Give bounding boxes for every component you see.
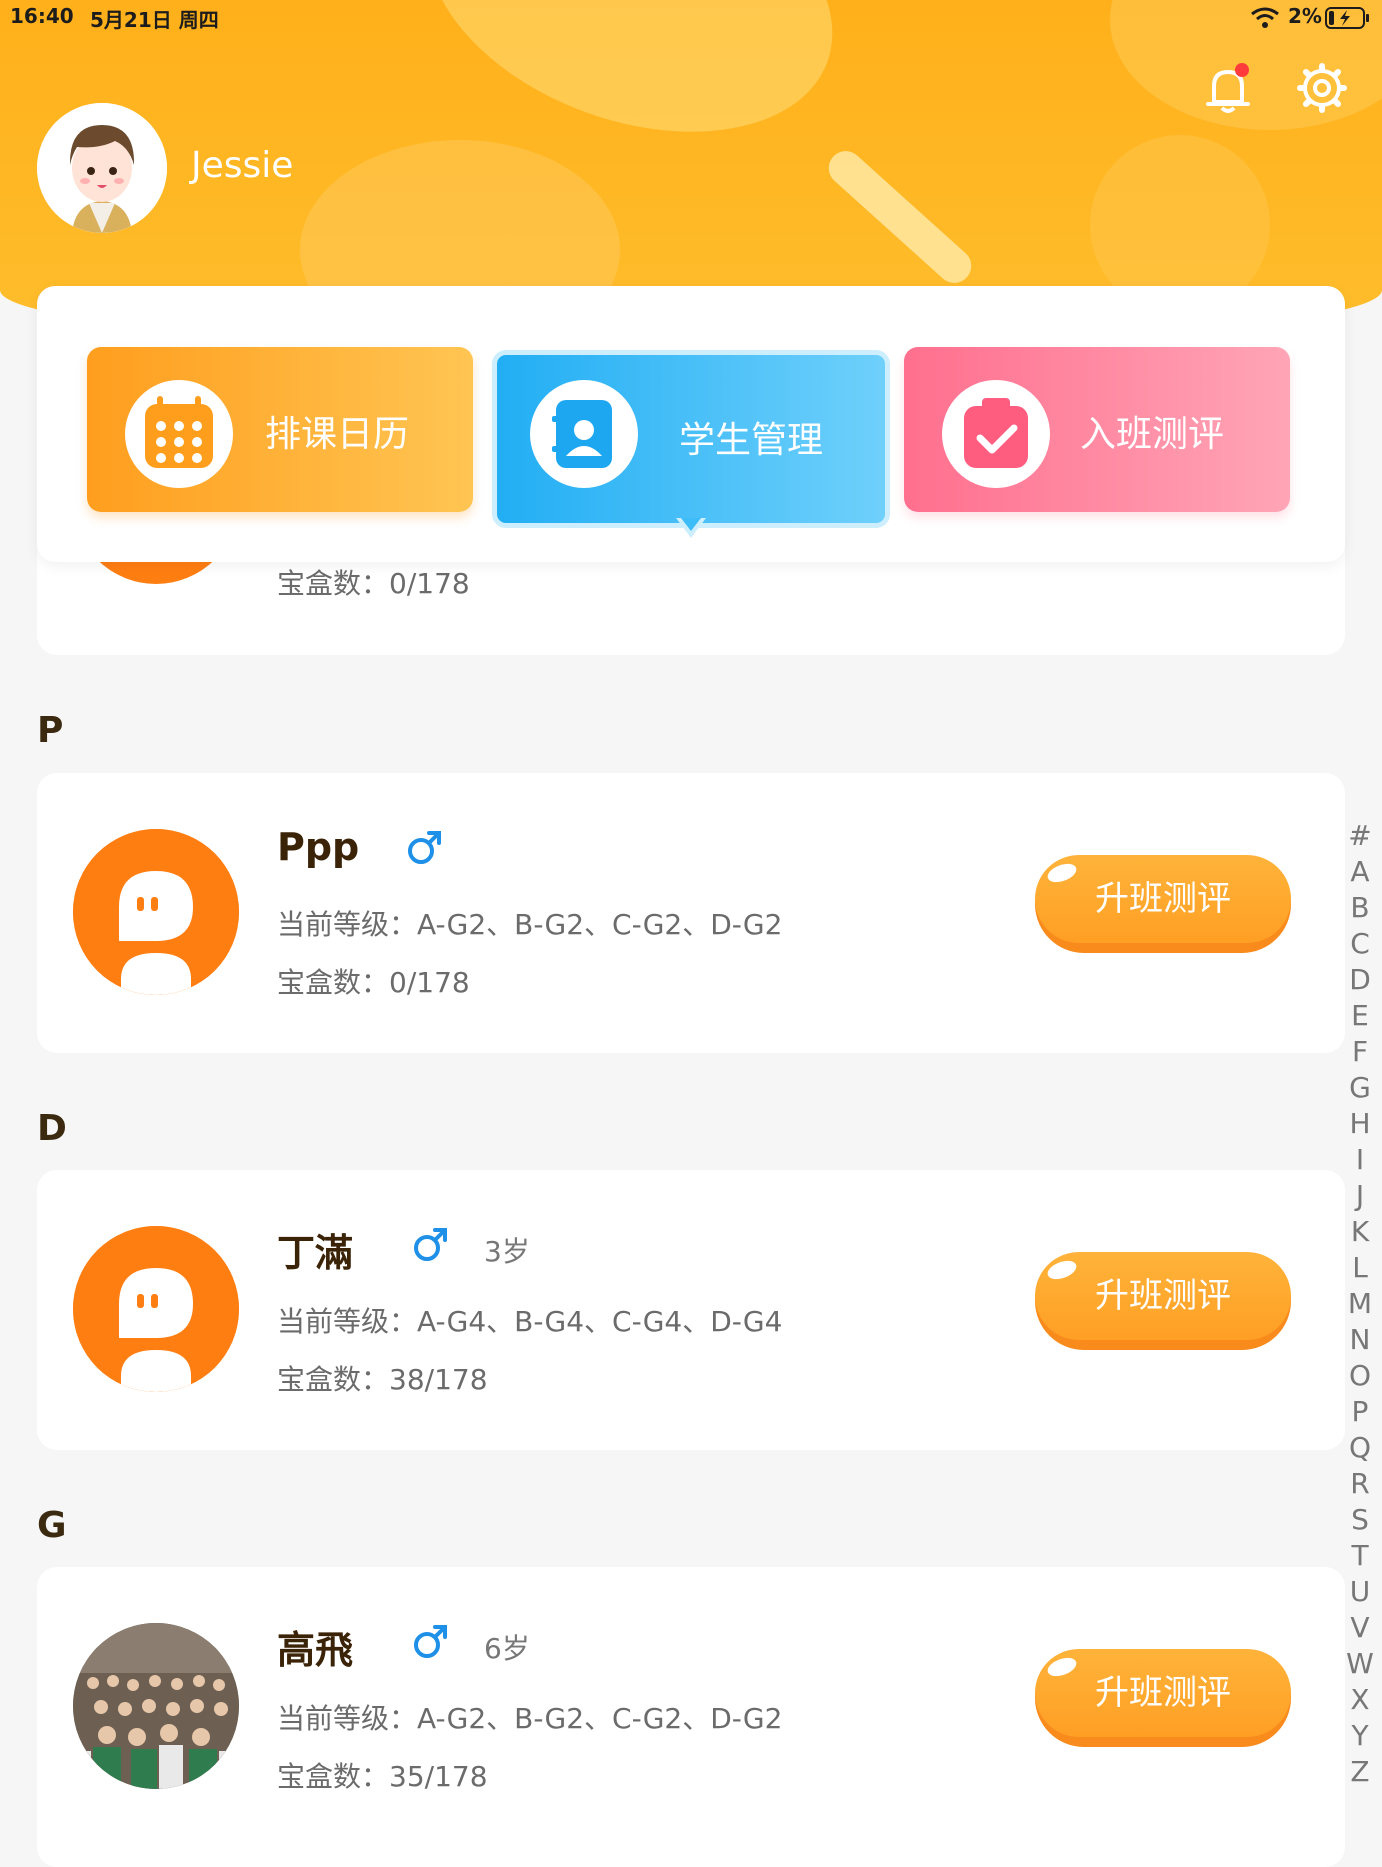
menu-student-label: 学生管理	[679, 420, 824, 461]
index-letter[interactable]: W	[1346, 1646, 1374, 1682]
calendar-icon	[125, 380, 233, 488]
student-card[interactable]: 丁滿 3岁 当前等级：A-G4、B-G4、C-G4、D-G4 宝盒数：38/17…	[37, 1170, 1345, 1450]
index-letter[interactable]: L	[1352, 1250, 1368, 1286]
index-letter[interactable]: C	[1350, 926, 1370, 962]
upgrade-assessment-button[interactable]: 升班测评	[1035, 855, 1291, 953]
index-letter[interactable]: #	[1348, 818, 1371, 854]
student-photo-avatar	[73, 1623, 239, 1789]
student-level: 当前等级：A-G4、B-G4、C-G4、D-G4	[277, 1305, 783, 1338]
status-date: 5月21日 周四	[90, 8, 219, 32]
battery-percent: 2%	[1288, 4, 1322, 28]
index-letter[interactable]: I	[1356, 1142, 1364, 1178]
index-letter[interactable]: B	[1350, 890, 1369, 926]
menu-class-assessment[interactable]: 入班测评	[904, 347, 1290, 512]
index-letter[interactable]: R	[1350, 1466, 1369, 1502]
student-boxes: 宝盒数：38/178	[277, 1363, 488, 1396]
contacts-icon	[530, 380, 638, 488]
wifi-icon	[1250, 6, 1280, 30]
index-letter[interactable]: X	[1350, 1682, 1369, 1718]
index-letter[interactable]: Q	[1349, 1430, 1371, 1466]
student-age: 3岁	[484, 1235, 530, 1268]
index-letter[interactable]: M	[1348, 1286, 1372, 1322]
upgrade-button-label: 升班测评	[1095, 879, 1231, 919]
status-time: 16:40	[10, 4, 74, 28]
partial-boxes-count: 宝盒数：0/178	[277, 567, 470, 600]
clipboard-check-icon	[942, 380, 1050, 488]
index-letter[interactable]: K	[1351, 1214, 1369, 1250]
male-gender-icon	[405, 827, 445, 867]
upgrade-button-label: 升班测评	[1095, 1276, 1231, 1316]
index-letter[interactable]: Y	[1351, 1718, 1368, 1754]
index-letter[interactable]: N	[1350, 1322, 1371, 1358]
student-boxes: 宝盒数：35/178	[277, 1760, 488, 1793]
menu-schedule-calendar[interactable]: 排课日历	[87, 347, 473, 512]
male-gender-icon	[411, 1621, 451, 1661]
index-letter[interactable]: O	[1349, 1358, 1371, 1394]
index-letter[interactable]: V	[1350, 1610, 1369, 1646]
index-letter[interactable]: T	[1351, 1538, 1368, 1574]
user-name: Jessie	[191, 145, 294, 186]
male-gender-icon	[411, 1224, 451, 1264]
settings-gear-icon[interactable]	[1292, 58, 1352, 118]
student-card[interactable]: 高飛 6岁 当前等级：A-G2、B-G2、C-G2、D-G2 宝盒数：35/17…	[37, 1567, 1345, 1867]
index-letter[interactable]: H	[1349, 1106, 1370, 1142]
index-letter[interactable]: E	[1351, 998, 1369, 1034]
student-level: 当前等级：A-G2、B-G2、C-G2、D-G2	[277, 908, 783, 941]
user-avatar[interactable]	[37, 103, 167, 233]
index-letter[interactable]: P	[1352, 1394, 1369, 1430]
student-age: 6岁	[484, 1632, 530, 1665]
menu-assessment-label: 入班测评	[1080, 414, 1225, 455]
index-letter[interactable]: F	[1352, 1034, 1368, 1070]
upgrade-assessment-button[interactable]: 升班测评	[1035, 1252, 1291, 1350]
notification-bell-icon[interactable]	[1198, 58, 1258, 118]
menu-schedule-label: 排课日历	[265, 414, 410, 455]
index-letter[interactable]: J	[1356, 1178, 1364, 1214]
index-letter[interactable]: G	[1349, 1070, 1371, 1106]
index-letter[interactable]: Z	[1350, 1754, 1369, 1790]
battery-icon	[1325, 6, 1371, 30]
index-letter[interactable]: A	[1350, 854, 1369, 890]
student-level: 当前等级：A-G2、B-G2、C-G2、D-G2	[277, 1702, 783, 1735]
student-avatar	[73, 829, 239, 995]
student-boxes: 宝盒数：0/178	[277, 966, 470, 999]
student-card[interactable]: Ppp 当前等级：A-G2、B-G2、C-G2、D-G2 宝盒数：0/178 升…	[37, 773, 1345, 1053]
section-letter-g: G	[37, 1505, 67, 1546]
active-tab-pointer	[676, 518, 706, 542]
index-letter[interactable]: U	[1350, 1574, 1371, 1610]
menu-student-management[interactable]: 学生管理	[492, 350, 890, 528]
index-letter[interactable]: S	[1351, 1502, 1369, 1538]
section-letter-d: D	[37, 1108, 67, 1149]
upgrade-button-label: 升班测评	[1095, 1673, 1231, 1713]
student-name: 高飛	[277, 1628, 354, 1672]
alphabet-index-bar[interactable]: # A B C D E F G H I J K L M N O P Q R S T U V W X Y Z	[1344, 818, 1376, 1798]
section-letter-p: P	[37, 710, 64, 751]
index-letter[interactable]: D	[1349, 962, 1371, 998]
student-name: Ppp	[277, 825, 360, 869]
student-avatar	[73, 1226, 239, 1392]
student-name: 丁滿	[277, 1231, 354, 1275]
upgrade-assessment-button[interactable]: 升班测评	[1035, 1649, 1291, 1747]
